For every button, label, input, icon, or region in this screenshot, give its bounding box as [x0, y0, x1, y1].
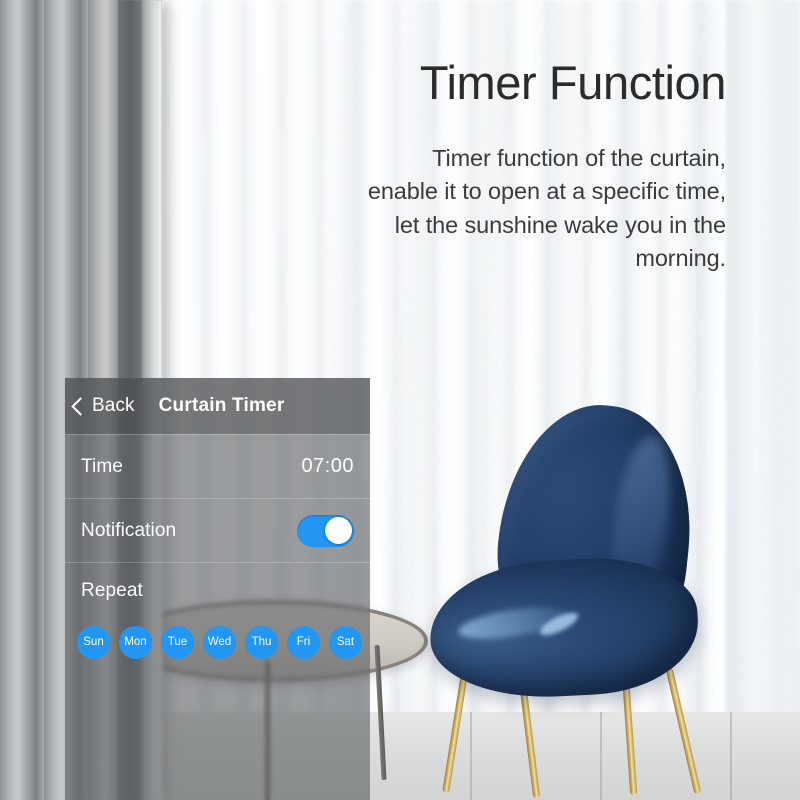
notification-toggle[interactable]	[297, 514, 354, 547]
panel-header: Back Curtain Timer	[65, 378, 370, 434]
toggle-knob	[325, 517, 352, 544]
repeat-label: Repeat	[81, 580, 143, 601]
row-repeat: Repeat	[65, 563, 370, 619]
day-pill-fri[interactable]: Fri	[287, 625, 320, 659]
time-value: 07:00	[301, 455, 354, 477]
screenshot-root: Timer Function Timer function of the cur…	[0, 0, 800, 800]
back-button[interactable]: Back	[71, 395, 135, 417]
sheer-curtain-right-edge	[726, 0, 800, 800]
day-pill-tue[interactable]: Tue	[161, 625, 194, 659]
day-pill-sun[interactable]: Sun	[77, 625, 110, 659]
page-subtitle: Timer function of the curtain, enable it…	[367, 145, 726, 272]
row-time[interactable]: Time 07:00	[65, 435, 370, 498]
chevron-left-icon	[71, 396, 90, 416]
curtain-timer-panel: Back Curtain Timer Time 07:00 Notificati…	[65, 378, 370, 800]
floor-seam	[730, 712, 732, 800]
back-button-label: Back	[92, 395, 135, 416]
chair-leg	[621, 672, 638, 796]
chair-leg	[518, 680, 541, 798]
time-label: Time	[81, 455, 123, 477]
day-pill-thu[interactable]: Thu	[245, 625, 278, 659]
day-pill-mon[interactable]: Mon	[119, 625, 152, 659]
row-notification: Notification	[65, 499, 370, 562]
chair-leg	[665, 667, 702, 795]
chair-leg	[442, 667, 469, 793]
panel-title: Curtain Timer	[158, 395, 285, 416]
notification-label: Notification	[81, 519, 177, 541]
day-pill-sat[interactable]: Sat	[329, 625, 362, 659]
day-pill-wed[interactable]: Wed	[203, 625, 236, 659]
navy-velvet-chair	[426, 395, 720, 798]
repeat-day-selector: Sun Mon Tue Wed Thu Fri Sat	[65, 619, 370, 665]
page-title: Timer Function	[419, 56, 726, 109]
